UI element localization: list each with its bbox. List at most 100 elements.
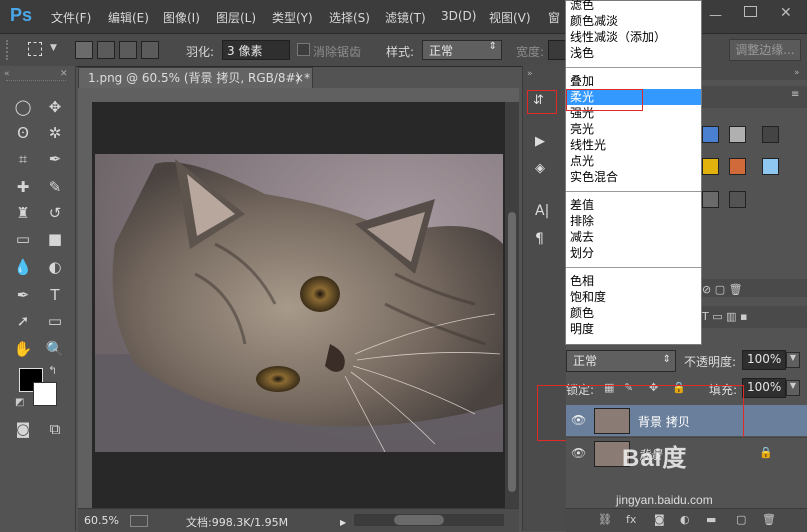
style-swatch-blue[interactable] [702, 126, 719, 143]
blend-option[interactable]: 线性减淡（添加） [566, 29, 701, 45]
move-tool-icon[interactable]: ✥ [44, 96, 66, 118]
cat-photo[interactable] [95, 154, 503, 452]
history-brush-icon[interactable]: ↺ [44, 202, 66, 224]
style-swatch-orange[interactable] [729, 158, 746, 175]
blend-option[interactable]: 颜色减淡 [566, 13, 701, 29]
blend-option[interactable]: 颜色 [566, 305, 701, 321]
close-panel-icon[interactable]: ✕ [60, 69, 68, 79]
mask-icon[interactable]: ◙ [654, 513, 665, 526]
menu-edit[interactable]: 编辑(E) [108, 9, 149, 26]
style-swatch-empty[interactable] [729, 191, 746, 208]
chevron-down-icon[interactable]: ▼ [786, 352, 800, 368]
blend-option[interactable]: 实色混合 [566, 169, 701, 185]
style-swatch-gray2[interactable] [702, 191, 719, 208]
paragraph-panel-icon[interactable]: ¶ [535, 231, 544, 247]
rectangle-tool-icon[interactable]: ▭ [44, 310, 66, 332]
chevron-down-icon[interactable]: ▼ [786, 380, 800, 396]
magic-wand-icon[interactable]: ✲ [44, 122, 66, 144]
blend-mode-menu[interactable]: 滤色 颜色减淡 线性减淡（添加） 浅色 叠加 柔光 强光 亮光 线性光 点光 实… [565, 0, 702, 345]
chevron-down-icon[interactable]: ▼ [50, 43, 57, 53]
blur-icon[interactable]: 💧 [12, 256, 34, 278]
swap-colors-icon[interactable]: ↰ [48, 364, 57, 377]
dodge-icon[interactable]: ◐ [44, 256, 66, 278]
menu-type[interactable]: 类型(Y) [272, 9, 313, 26]
status-arrow-icon[interactable]: ▶ [340, 518, 346, 527]
refine-edge-button[interactable]: 调整边缘... [729, 39, 801, 61]
zoom-level[interactable]: 60.5% [84, 514, 119, 527]
fill-input[interactable]: 100% [742, 378, 786, 398]
panel-menu-icon[interactable]: ≡ [791, 89, 799, 100]
style-swatch-gray[interactable] [729, 126, 746, 143]
blend-option[interactable]: 亮光 [566, 121, 701, 137]
screen-mode-icon[interactable]: ⧉ [44, 418, 66, 440]
vertical-scrollbar[interactable] [505, 102, 519, 508]
document-tab[interactable]: 1.png @ 60.5% (背景 拷贝, RGB/8#) * × [78, 67, 313, 88]
type-tool-icon[interactable]: T [44, 284, 66, 306]
blend-option[interactable]: 点光 [566, 153, 701, 169]
eyedropper-icon[interactable]: ✒ [44, 148, 66, 170]
subtract-selection-icon[interactable] [119, 41, 137, 59]
menu-filter[interactable]: 滤镜(T) [385, 9, 426, 26]
blend-mode-dropdown[interactable]: 正常 ⇕ [566, 350, 676, 372]
visibility-eye-icon[interactable]: 👁 [571, 446, 586, 460]
background-color-swatch[interactable] [33, 382, 57, 406]
actions-panel-icon[interactable]: ▶ [535, 134, 545, 149]
pen-icon[interactable]: ✒ [12, 284, 34, 306]
menu-image[interactable]: 图像(I) [163, 9, 200, 26]
new-selection-icon[interactable] [75, 41, 93, 59]
brush-icon[interactable]: ✎ [44, 176, 66, 198]
quick-mask-icon[interactable]: ◙ [12, 418, 34, 440]
minimize-icon[interactable]: — [709, 8, 722, 23]
menu-file[interactable]: 文件(F) [51, 9, 91, 26]
intersect-selection-icon[interactable] [141, 41, 159, 59]
layer-filter-icons[interactable]: T ▭ ▥ ▪ [702, 310, 747, 323]
close-window-icon[interactable]: ✕ [780, 5, 792, 21]
menu-3d[interactable]: 3D(D) [441, 9, 476, 23]
scroll-thumb[interactable] [508, 212, 516, 492]
style-swatch-dark[interactable] [762, 126, 779, 143]
antialias-checkbox[interactable] [297, 43, 310, 56]
collapse-arrows-icon[interactable]: » [794, 68, 800, 78]
blend-option[interactable]: 叠加 [566, 73, 701, 89]
horizontal-scroll-thumb[interactable] [394, 515, 444, 525]
stamp-icon[interactable]: ♜ [12, 202, 34, 224]
group-folder-icon[interactable]: ▬ [706, 513, 716, 526]
menu-window[interactable]: 窗 [548, 9, 560, 26]
menu-layer[interactable]: 图层(L) [216, 9, 256, 26]
status-icon[interactable] [130, 515, 148, 527]
marquee-tool-icon[interactable] [28, 42, 42, 56]
elliptical-marquee-icon[interactable]: ◯ [12, 96, 34, 118]
fx-icon[interactable]: fx [626, 513, 636, 526]
menu-view[interactable]: 视图(V) [489, 9, 531, 26]
style-swatch-gold[interactable] [702, 158, 719, 175]
blend-option[interactable]: 差值 [566, 197, 701, 213]
path-select-icon[interactable]: ➚ [12, 310, 34, 332]
style-dropdown[interactable]: 正常 ⇕ [422, 40, 502, 60]
new-layer-icon[interactable]: ▢ [736, 513, 746, 526]
default-colors-icon[interactable]: ◩ [15, 397, 24, 408]
character-panel-icon[interactable]: A| [535, 203, 549, 219]
history-panel-icon[interactable]: ⇵ [533, 93, 544, 108]
blend-option[interactable]: 明度 [566, 321, 701, 337]
link-layers-icon[interactable]: ⛓ [598, 513, 612, 526]
crop-icon[interactable]: ⌗ [12, 148, 34, 170]
blend-option[interactable]: 减去 [566, 229, 701, 245]
adjustment-icon[interactable]: ◐ [680, 513, 690, 526]
healing-brush-icon[interactable]: ✚ [12, 176, 34, 198]
blend-option[interactable]: 饱和度 [566, 289, 701, 305]
eraser-icon[interactable]: ▭ [12, 228, 34, 250]
blend-option[interactable]: 划分 [566, 245, 701, 261]
add-selection-icon[interactable] [97, 41, 115, 59]
blend-option[interactable]: 浅色 [566, 45, 701, 61]
style-swatch-light-blue[interactable] [762, 158, 779, 175]
collapse-arrows-icon[interactable]: » [527, 69, 533, 79]
zoom-icon[interactable]: 🔍 [44, 338, 66, 360]
menu-select[interactable]: 选择(S) [329, 9, 370, 26]
feather-input[interactable]: 3 像素 [222, 40, 290, 60]
maximize-icon[interactable] [744, 6, 757, 17]
blend-option[interactable]: 色相 [566, 273, 701, 289]
opacity-input[interactable]: 100% [742, 350, 786, 370]
trash-icon[interactable]: 🗑 [762, 513, 776, 526]
blend-option[interactable]: 滤色 [566, 0, 701, 13]
collapse-arrows-icon[interactable]: « [4, 69, 10, 79]
